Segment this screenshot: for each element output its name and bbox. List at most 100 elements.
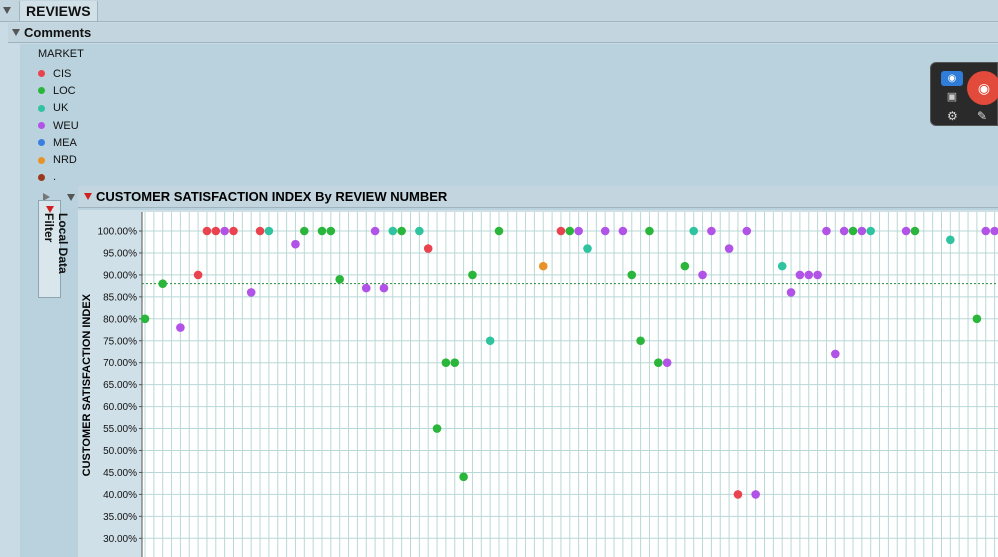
data-point[interactable]: [822, 226, 831, 236]
data-point[interactable]: [494, 226, 504, 236]
y-tick-label: 100.00%: [98, 227, 138, 238]
data-point[interactable]: [565, 226, 575, 236]
data-point[interactable]: [910, 226, 920, 236]
scatter-chart[interactable]: 100.00% 95.00% 90.00% 85.00% 80.00% 75.00% 70.…: [96, 212, 998, 557]
edit-icon[interactable]: ✎: [977, 109, 987, 123]
data-point[interactable]: [202, 226, 212, 236]
data-point[interactable]: [361, 283, 371, 293]
data-point[interactable]: [158, 279, 167, 288]
legend-dot-icon: [38, 156, 45, 164]
data-point[interactable]: [804, 270, 814, 280]
legend-label: CIS: [53, 67, 72, 80]
legend-item-uk[interactable]: UK: [38, 100, 84, 117]
data-point[interactable]: [795, 270, 805, 280]
data-point[interactable]: [220, 226, 229, 236]
data-point[interactable]: [246, 288, 256, 297]
data-point[interactable]: [777, 261, 787, 271]
data-point[interactable]: [733, 490, 743, 499]
data-point[interactable]: [468, 270, 477, 280]
data-point[interactable]: [193, 270, 203, 280]
dropdown-triangle-icon[interactable]: [46, 206, 54, 213]
legend-label: .: [53, 171, 57, 184]
data-point[interactable]: [264, 226, 274, 236]
data-point[interactable]: [707, 226, 716, 236]
collapse-triangle-icon[interactable]: [67, 194, 75, 201]
settings-icon[interactable]: ⚙: [947, 109, 958, 123]
data-point[interactable]: [742, 226, 752, 236]
collapse-triangle-icon[interactable]: [3, 7, 11, 14]
video-icon[interactable]: ▣: [941, 90, 963, 104]
comments-section-header[interactable]: Comments: [8, 23, 998, 43]
record-icon[interactable]: ◉: [967, 71, 998, 105]
data-point[interactable]: [981, 226, 991, 236]
y-tick-label: 40.00%: [103, 490, 137, 501]
data-point[interactable]: [972, 314, 982, 324]
data-point[interactable]: [326, 226, 336, 236]
data-point[interactable]: [645, 226, 654, 236]
data-point[interactable]: [140, 314, 150, 324]
data-point[interactable]: [441, 358, 451, 367]
data-point[interactable]: [229, 226, 238, 236]
data-point[interactable]: [485, 336, 495, 346]
local-data-filter-tab[interactable]: Local Data Filter: [38, 200, 70, 298]
data-point[interactable]: [574, 226, 583, 236]
data-point[interactable]: [317, 226, 327, 236]
screenshot-icon[interactable]: ◉: [941, 71, 963, 86]
data-point[interactable]: [866, 226, 875, 236]
data-point[interactable]: [689, 226, 698, 236]
data-point[interactable]: [370, 226, 380, 236]
data-point[interactable]: [300, 226, 309, 236]
data-point[interactable]: [415, 226, 424, 236]
data-point[interactable]: [831, 349, 840, 359]
y-axis-label-text: CUSTOMER SATISFACTION INDEX: [81, 293, 93, 477]
data-point[interactable]: [432, 424, 442, 433]
data-point[interactable]: [176, 323, 185, 332]
legend-item-nrd[interactable]: NRD: [38, 151, 84, 168]
legend-title: MARKET: [38, 48, 84, 60]
data-point[interactable]: [388, 226, 398, 236]
data-point[interactable]: [538, 261, 548, 271]
data-point[interactable]: [627, 270, 637, 280]
legend-item-weu[interactable]: WEU: [38, 117, 84, 134]
legend-item-cis[interactable]: CIS: [38, 65, 84, 82]
data-point[interactable]: [654, 358, 663, 367]
data-point[interactable]: [450, 358, 460, 367]
data-point[interactable]: [255, 226, 265, 236]
data-point[interactable]: [901, 226, 911, 236]
data-point[interactable]: [618, 226, 628, 236]
legend-item-missing[interactable]: .: [38, 169, 84, 186]
data-point[interactable]: [335, 274, 344, 284]
data-point[interactable]: [291, 239, 300, 249]
data-point[interactable]: [848, 226, 858, 236]
y-tick-label: 70.00%: [103, 358, 137, 369]
y-tick-label: 35.00%: [103, 512, 137, 523]
data-point[interactable]: [423, 244, 433, 253]
data-point[interactable]: [600, 226, 610, 236]
data-point[interactable]: [813, 270, 822, 280]
data-point[interactable]: [946, 235, 955, 245]
data-point[interactable]: [397, 226, 406, 236]
data-point[interactable]: [786, 288, 796, 297]
legend-item-mea[interactable]: MEA: [38, 134, 84, 151]
reviews-section-header[interactable]: REVIEWS: [0, 0, 998, 22]
plot-header[interactable]: CUSTOMER SATISFACTION INDEX By REVIEW NU…: [78, 186, 998, 208]
data-point[interactable]: [662, 358, 672, 367]
data-point[interactable]: [857, 226, 867, 236]
data-point[interactable]: [698, 270, 707, 280]
data-point[interactable]: [211, 226, 221, 236]
y-tick-label: 45.00%: [103, 468, 137, 479]
data-point[interactable]: [751, 490, 760, 499]
data-point[interactable]: [724, 244, 734, 253]
market-legend: MARKET CIS LOC UK WEU MEA NRD .: [38, 48, 84, 186]
data-point[interactable]: [459, 472, 468, 482]
red-triangle-menu-icon[interactable]: [84, 193, 92, 200]
legend-item-loc[interactable]: LOC: [38, 82, 84, 99]
data-point[interactable]: [583, 244, 592, 253]
data-point[interactable]: [556, 226, 566, 236]
collapse-triangle-icon[interactable]: [12, 29, 20, 36]
data-point[interactable]: [680, 261, 690, 271]
data-point[interactable]: [839, 226, 849, 236]
legend-label: UK: [53, 102, 69, 115]
data-point[interactable]: [379, 283, 389, 293]
data-point[interactable]: [636, 336, 645, 346]
